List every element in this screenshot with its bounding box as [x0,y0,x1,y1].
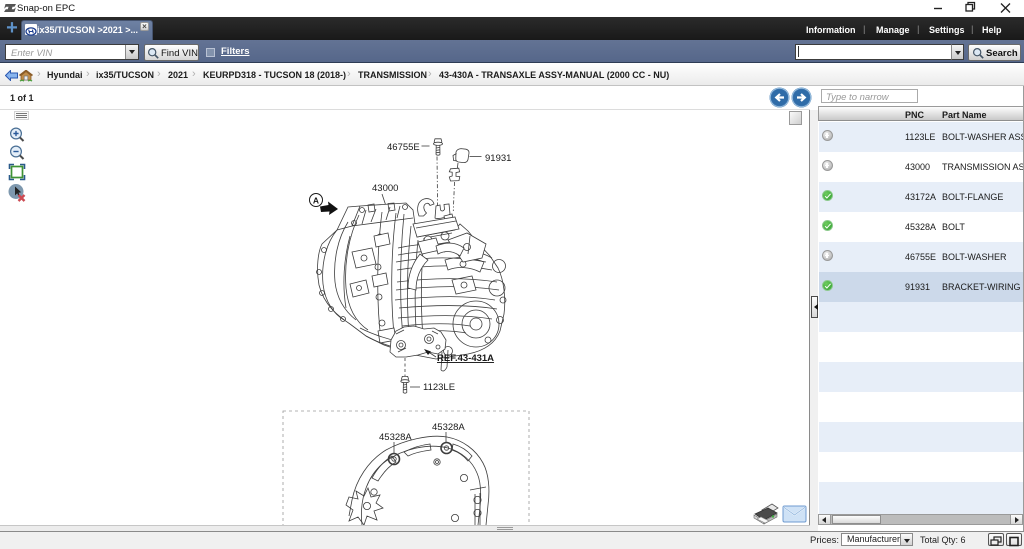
svg-text:43000: 43000 [372,183,398,194]
svg-text:46755E: 46755E [387,142,420,153]
svg-text:1123LE: 1123LE [423,382,455,393]
svg-text:45328A: 45328A [379,432,412,443]
svg-text:91931: 91931 [485,153,511,164]
svg-text:REF.43-431A: REF.43-431A [437,353,494,364]
svg-text:A: A [313,196,319,206]
svg-text:45328A: 45328A [432,422,465,433]
